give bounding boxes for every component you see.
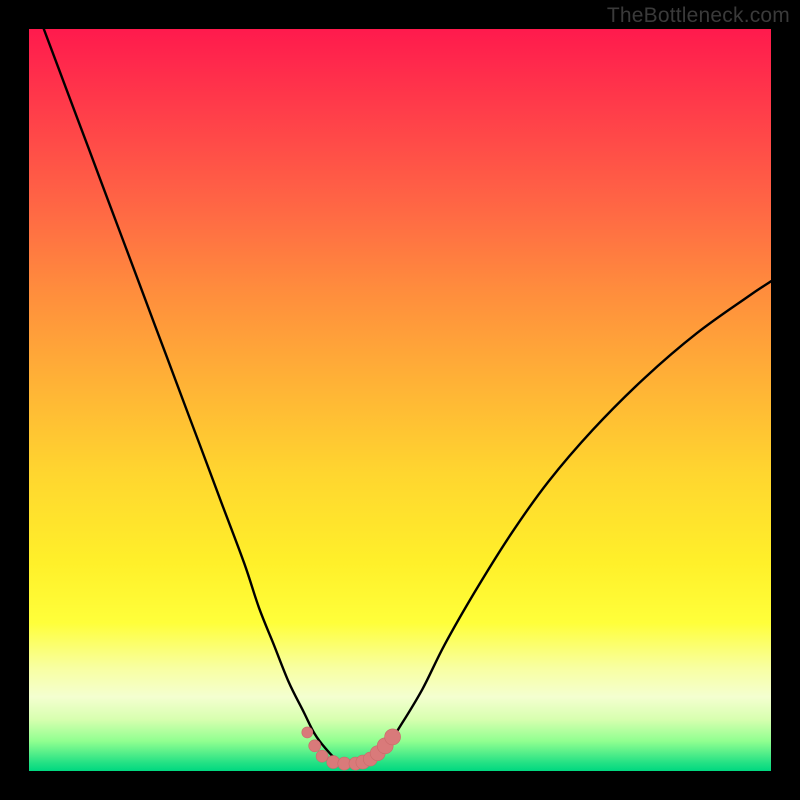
valley-marker	[385, 729, 401, 745]
valley-marker	[316, 750, 328, 762]
valley-marker	[309, 740, 321, 752]
watermark-text: TheBottleneck.com	[607, 4, 790, 28]
bottleneck-curve	[44, 29, 771, 764]
bottleneck-chart	[29, 29, 771, 771]
plot-area	[29, 29, 771, 771]
valley-marker	[302, 727, 313, 738]
valley-marker-group	[302, 727, 401, 770]
